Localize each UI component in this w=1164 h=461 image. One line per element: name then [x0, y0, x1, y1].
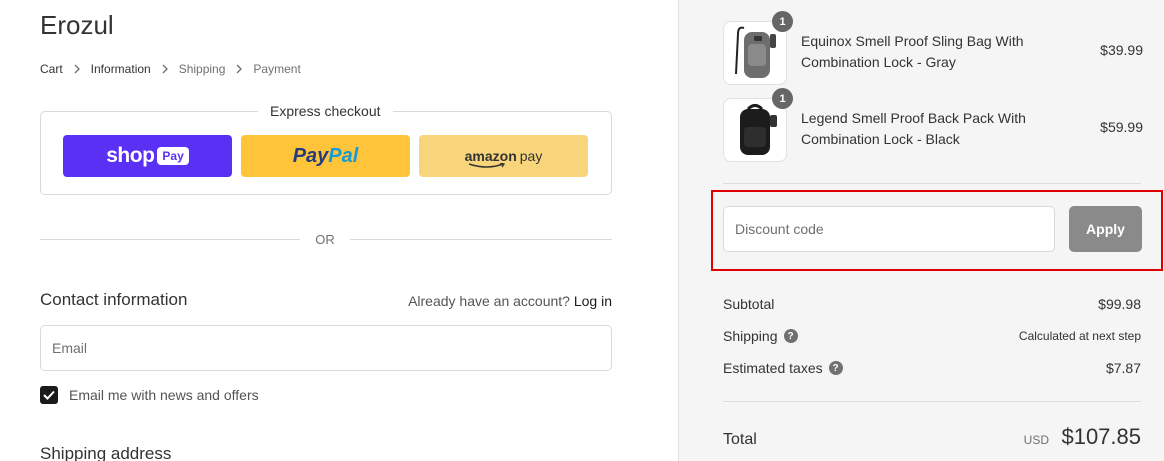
summary-divider — [723, 183, 1141, 184]
total-currency: USD — [1023, 433, 1050, 447]
newsletter-label[interactable]: Email me with news and offers — [69, 387, 259, 403]
subtotal-label: Subtotal — [723, 296, 775, 312]
express-checkout-legend: Express checkout — [258, 103, 393, 119]
shop-pay-button[interactable]: shop Pay — [63, 135, 232, 177]
shipping-address-heading: Shipping address — [40, 444, 172, 461]
newsletter-checkbox[interactable] — [40, 386, 58, 404]
checkmark-icon — [43, 390, 55, 400]
checkout-main: Erozul Cart Information Shipping Payment… — [0, 0, 678, 461]
cart-item: 1 Legend Smell Proof Back Pack With Comb… — [723, 88, 1143, 164]
cart-item-price: $39.99 — [1100, 42, 1143, 58]
breadcrumb: Cart Information Shipping Payment — [40, 62, 301, 76]
subtotal-row: Subtotal $99.98 — [723, 296, 1141, 312]
divider-line — [350, 239, 612, 240]
backpack-black-icon — [740, 104, 777, 155]
discount-code-input[interactable] — [723, 206, 1055, 252]
paypal-button[interactable]: PayPal — [241, 135, 410, 177]
chevron-right-icon — [63, 64, 91, 74]
shop-pay-logo-text: shop — [106, 144, 155, 167]
help-icon[interactable]: ? — [828, 361, 843, 375]
login-prompt: Already have an account? Log in — [408, 293, 612, 309]
taxes-row: Estimated taxes ? $7.87 — [723, 360, 1141, 376]
taxes-label-group: Estimated taxes ? — [723, 360, 843, 376]
store-name[interactable]: Erozul — [40, 10, 114, 41]
chevron-right-icon — [225, 64, 253, 74]
divider-line — [40, 239, 300, 240]
shipping-row: Shipping ? Calculated at next step — [723, 328, 1141, 344]
shipping-label-group: Shipping ? — [723, 328, 798, 344]
amazon-pay-logo: amazon pay — [465, 148, 542, 168]
shipping-value: Calculated at next step — [1018, 329, 1141, 343]
cart-item-name: Legend Smell Proof Back Pack With Combin… — [801, 110, 1026, 147]
sling-bag-gray-icon — [735, 26, 776, 78]
total-row: Total USD $107.85 — [723, 424, 1141, 450]
contact-heading: Contact information — [40, 290, 188, 309]
total-amount-group: USD $107.85 — [1024, 424, 1141, 450]
total-value: $107.85 — [1061, 424, 1141, 449]
breadcrumb-payment: Payment — [253, 62, 301, 76]
amazon-pay-button[interactable]: amazon pay — [419, 135, 588, 177]
breadcrumb-cart[interactable]: Cart — [40, 62, 63, 76]
taxes-value: $7.87 — [1105, 360, 1141, 376]
login-link[interactable]: Log in — [574, 293, 612, 309]
chevron-right-icon — [151, 64, 179, 74]
summary-divider — [723, 401, 1141, 402]
email-field[interactable] — [40, 325, 612, 371]
subtotal-value: $99.98 — [1098, 296, 1141, 312]
taxes-label: Estimated taxes — [723, 360, 823, 376]
quantity-badge: 1 — [772, 11, 793, 32]
order-summary: 1 Equinox Smell Proof Sling Bag With Com… — [678, 0, 1164, 461]
cart-item-price: $59.99 — [1100, 119, 1143, 135]
cart-item-name: Equinox Smell Proof Sling Bag With Combi… — [801, 33, 1024, 70]
help-icon[interactable]: ? — [783, 329, 798, 343]
breadcrumb-information: Information — [90, 62, 151, 76]
total-label: Total — [723, 431, 757, 448]
breadcrumb-shipping: Shipping — [178, 62, 226, 76]
or-divider-text: OR — [315, 232, 335, 247]
apply-discount-button[interactable]: Apply — [1069, 206, 1142, 252]
cart-item: 1 Equinox Smell Proof Sling Bag With Com… — [723, 11, 1143, 87]
shipping-label: Shipping — [723, 328, 778, 344]
quantity-badge: 1 — [772, 88, 793, 109]
shop-pay-pill: Pay — [157, 147, 189, 165]
amazon-smile-icon — [468, 163, 505, 168]
paypal-logo: PayPal — [292, 144, 359, 167]
account-prompt-text: Already have an account? — [408, 293, 570, 309]
